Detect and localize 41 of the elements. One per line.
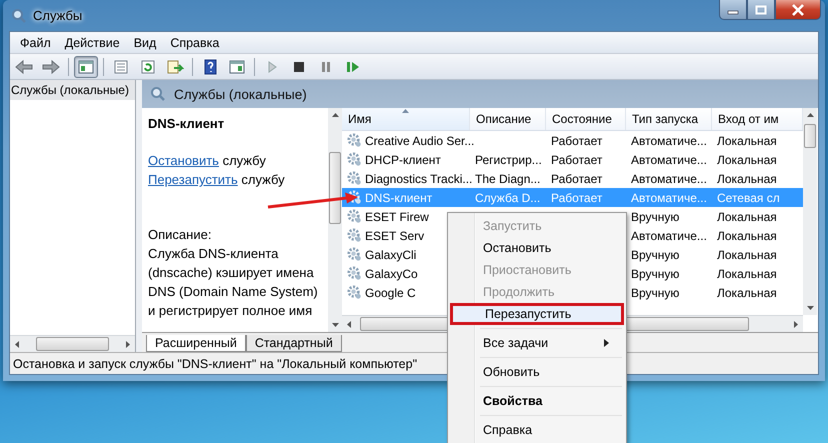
window-title: Службы	[33, 8, 82, 23]
table-cell-text: Локальная	[716, 284, 778, 302]
table-cell-text: Вручную	[630, 266, 680, 282]
table-cell-text: Работает	[550, 132, 604, 150]
table-cell: Служба D...	[470, 188, 546, 207]
table-cell: Автоматиче...	[626, 188, 712, 207]
table-cell: Сетевая сл	[712, 188, 803, 207]
service-name: DNS-клиент	[365, 190, 432, 204]
service-name: Diagnostics Tracki...	[365, 172, 472, 186]
service-action-text: Остановить службу	[148, 152, 267, 170]
table-cell-text: Локальная	[716, 246, 778, 264]
table-cell-text: Регистрир...	[474, 152, 543, 168]
table-cell-text: Автоматиче...	[630, 132, 708, 150]
table-cell: Работает	[546, 188, 626, 207]
table-cell-text: The Diagn...	[474, 170, 542, 188]
service-name: Creative Audio Ser...	[365, 134, 474, 148]
table-cell-text: Работает	[550, 170, 604, 188]
service-name: ESET Firew	[365, 210, 429, 224]
description-text: Служба DNS-клиента (dnscache) кэширует имена DNS (Domain Name System) и регистрирует полное имя	[148, 245, 319, 320]
table-cell-text: Локальная	[716, 132, 778, 150]
pane-title: Службы (локальные)	[174, 86, 307, 102]
table-cell-text: Автоматиче...	[630, 228, 708, 244]
table-cell-text: Автоматиче...	[630, 152, 708, 168]
table-cell-text: Локальная	[716, 170, 778, 188]
table-cell-text: Вручную	[630, 246, 680, 264]
table-cell-text: Локальная	[716, 228, 778, 244]
table-cell-text: Локальная	[716, 152, 778, 168]
service-action-text: Перезапустить службу	[148, 171, 286, 189]
table-cell-text: Локальная	[716, 266, 778, 282]
service-name: ESET Serv	[365, 228, 424, 242]
service-name: Google C	[365, 286, 416, 300]
description-label: Описание:	[148, 226, 212, 244]
service-name: DNS-клиент	[148, 116, 226, 131]
table-cell-text: Вручную	[630, 284, 680, 302]
table-cell-text: Вручную	[630, 208, 680, 226]
table-cell-text: Локальная	[716, 208, 778, 226]
service-name: DHCP-клиент	[365, 152, 441, 166]
table-cell-text: Автоматиче...	[630, 170, 708, 188]
service-name: GalaxyCli	[365, 248, 416, 262]
service-name: GalaxyCo	[365, 266, 418, 280]
table-cell-text: Работает	[550, 152, 604, 168]
